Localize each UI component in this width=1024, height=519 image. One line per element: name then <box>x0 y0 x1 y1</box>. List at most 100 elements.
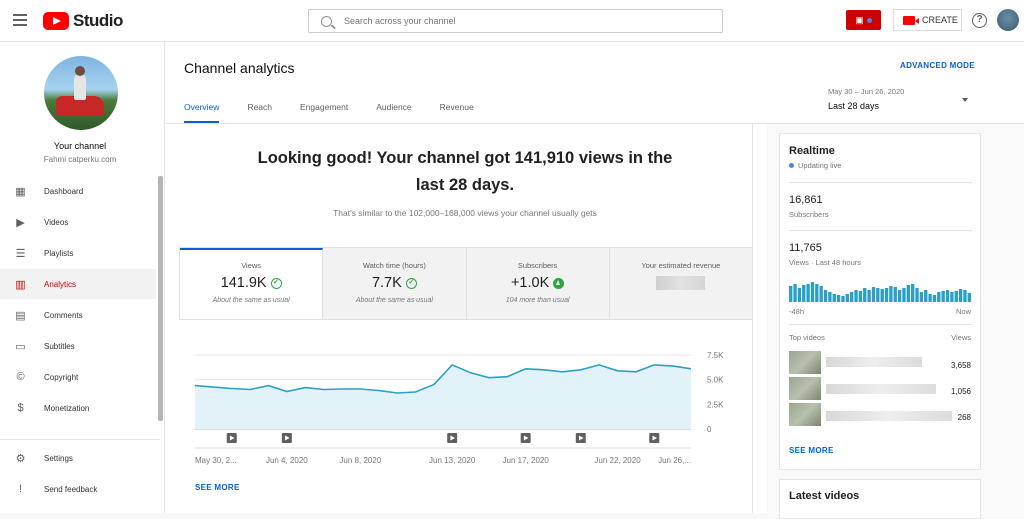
menu-icon[interactable] <box>13 14 27 26</box>
tab-reach[interactable]: Reach <box>247 102 272 123</box>
sidebar-item-playlists[interactable]: ☰ Playlists <box>0 238 156 268</box>
copyright-icon: © <box>14 371 27 384</box>
tab-engagement[interactable]: Engagement <box>300 102 348 123</box>
playlists-icon: ☰ <box>14 247 27 260</box>
sidebar-item-copyright[interactable]: © Copyright <box>0 362 156 392</box>
top-video-views: 3,658 <box>951 361 971 370</box>
y-tick-label: 0 <box>707 425 712 434</box>
overview-card: Looking good! Your channel got 141,910 v… <box>165 124 767 513</box>
realtime-bar-chart <box>789 280 972 302</box>
sidebar-item-monetization[interactable]: $ Monetization <box>0 393 156 423</box>
video-thumbnail[interactable] <box>789 351 821 374</box>
realtime-title: Realtime <box>789 145 835 157</box>
tab-audience[interactable]: Audience <box>376 102 411 123</box>
sidebar-item-analytics[interactable]: ▥ Analytics <box>0 269 156 299</box>
blurred-video-title[interactable] <box>826 411 952 421</box>
sidebar-item-settings[interactable]: ⚙ Settings <box>0 443 156 473</box>
metric-label: Subscribers <box>467 261 609 270</box>
live-dot-icon <box>789 163 794 168</box>
realtime-bar <box>955 291 958 302</box>
youtube-logo-icon <box>43 12 69 30</box>
metric-label: Watch time (hours) <box>323 261 465 270</box>
top-video-views: 268 <box>958 413 971 422</box>
overview-headline: Looking good! Your channel got 141,910 v… <box>245 145 685 199</box>
metric-revenue[interactable]: Your estimated revenue <box>610 248 752 319</box>
video-thumbnail[interactable] <box>789 403 821 426</box>
subtitles-icon: ▭ <box>14 340 27 353</box>
metric-tabs: Views 141.9K✓ About the same as usual Wa… <box>179 247 753 320</box>
realtime-bar <box>806 284 809 302</box>
y-tick-label: 2.5K <box>707 400 724 409</box>
sidebar-scrollbar[interactable] <box>158 176 163 421</box>
advanced-mode-button[interactable]: ADVANCED MODE <box>900 61 975 70</box>
account-avatar[interactable] <box>997 9 1019 31</box>
sidebar: Your channel Fahmi catperku.com ▦ Dashbo… <box>0 42 165 513</box>
sidebar-item-comments[interactable]: ▤ Comments <box>0 300 156 330</box>
metric-label: Your estimated revenue <box>610 261 752 270</box>
blurred-video-title[interactable] <box>826 357 922 367</box>
sidebar-item-label: Settings <box>44 454 73 463</box>
realtime-bar <box>942 291 945 302</box>
tab-revenue[interactable]: Revenue <box>440 102 474 123</box>
realtime-see-more-button[interactable]: SEE MORE <box>789 446 834 455</box>
realtime-subscribers-value: 16,861 <box>789 194 823 206</box>
blurred-revenue-value <box>656 276 705 290</box>
realtime-bar <box>811 282 814 302</box>
channel-avatar[interactable] <box>44 56 118 130</box>
views-column-label: Views <box>951 333 971 342</box>
realtime-bar <box>793 284 796 302</box>
realtime-card: Realtime Updating live 16,861 Subscriber… <box>779 133 981 470</box>
check-icon: ✓ <box>406 278 417 289</box>
metric-watch-time[interactable]: Watch time (hours) 7.7K ✓ About the same … <box>323 248 466 319</box>
sidebar-item-subtitles[interactable]: ▭ Subtitles <box>0 331 156 361</box>
content-divider <box>752 124 753 513</box>
metric-views[interactable]: Views 141.9K✓ About the same as usual <box>180 248 323 319</box>
realtime-bar <box>854 290 857 302</box>
realtime-bar <box>789 286 792 302</box>
metric-value: 7.7K <box>372 275 402 291</box>
realtime-bar <box>798 288 801 302</box>
video-thumbnail[interactable] <box>789 377 821 400</box>
x-tick-label: Jun 17, 2020 <box>503 456 550 465</box>
blurred-video-title[interactable] <box>826 384 936 394</box>
sidebar-item-send-feedback[interactable]: ! Send feedback <box>0 474 156 504</box>
realtime-bar <box>802 285 805 302</box>
chevron-down-icon[interactable] <box>962 98 968 102</box>
x-tick-label: Jun 4, 2020 <box>266 456 308 465</box>
metric-note: About the same as usual <box>180 297 322 304</box>
top-video-views: 1,056 <box>951 387 971 396</box>
metric-subscribers[interactable]: Subscribers +1.0K 104 more than usual <box>467 248 610 319</box>
help-icon[interactable]: ? <box>972 13 987 28</box>
create-label: CREATE <box>922 15 958 25</box>
realtime-views-value: 11,765 <box>789 242 822 254</box>
see-more-button[interactable]: SEE MORE <box>195 483 240 492</box>
divider <box>789 324 972 325</box>
studio-logo[interactable]: Studio <box>43 11 123 31</box>
search-box[interactable] <box>308 9 723 33</box>
sidebar-item-dashboard[interactable]: ▦ Dashboard <box>0 176 156 206</box>
x-tick-label: Jun 13, 2020 <box>429 456 476 465</box>
date-range[interactable]: May 30 – Jun 26, 2020 <box>828 87 904 96</box>
sidebar-item-videos[interactable]: ▶ Videos <box>0 207 156 237</box>
realtime-bar <box>950 292 953 302</box>
sidebar-item-label: Copyright <box>44 373 78 382</box>
realtime-bar <box>850 292 853 302</box>
realtime-bar <box>876 288 879 302</box>
realtime-subscribers-label: Subscribers <box>789 210 829 219</box>
date-range-label[interactable]: Last 28 days <box>828 101 879 111</box>
divider <box>789 182 972 183</box>
monetization-icon: $ <box>14 402 27 415</box>
create-button[interactable]: CREATE <box>893 9 962 31</box>
search-input[interactable] <box>344 16 704 26</box>
metric-note: About the same as usual <box>323 297 465 304</box>
tab-overview[interactable]: Overview <box>184 102 219 123</box>
sidebar-item-label: Send feedback <box>44 485 97 494</box>
realtime-bar <box>928 294 931 302</box>
metric-label: Views <box>180 261 322 270</box>
search-icon <box>321 16 332 27</box>
realtime-views-label: Views · Last 48 hours <box>789 258 861 267</box>
x-tick-label: May 30, 2... <box>195 456 237 465</box>
realtime-bar <box>946 290 949 302</box>
realtime-bar <box>837 295 840 302</box>
notifications-button[interactable]: ▣ <box>846 10 881 30</box>
